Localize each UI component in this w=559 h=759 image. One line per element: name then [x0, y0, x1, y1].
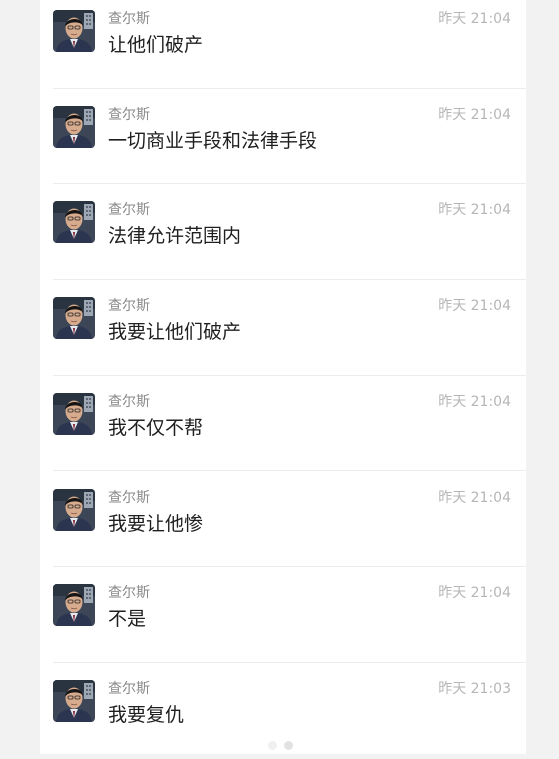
sender-name: 查尔斯 [108, 393, 150, 410]
message-time: 昨天 21:04 [438, 393, 511, 410]
message-time: 昨天 21:04 [438, 202, 511, 219]
message-text: 法律允许范围内 [108, 225, 242, 248]
message-list: 查尔斯 昨天 21:04 让他们破产 查尔斯 昨天 21:04 一切商业手段和法… [40, 0, 526, 754]
sender-name: 查尔斯 [108, 489, 150, 506]
page-indicator [268, 741, 298, 751]
avatar[interactable] [53, 105, 95, 148]
avatar[interactable] [53, 488, 95, 531]
message-item[interactable]: 查尔斯 昨天 21:04 一切商业手段和法律手段 [40, 89, 526, 185]
message-item[interactable]: 查尔斯 昨天 21:04 让他们破产 [40, 0, 526, 89]
message-text: 让他们破产 [108, 34, 204, 56]
message-time: 昨天 21:04 [438, 489, 511, 506]
message-item[interactable]: 查尔斯 昨天 21:04 我要让他惨 [40, 472, 526, 568]
message-time: 昨天 21:04 [438, 11, 511, 27]
avatar[interactable] [53, 679, 95, 722]
page-dot[interactable] [268, 741, 277, 750]
page-dot-active[interactable] [284, 741, 293, 750]
message-text: 我要让他惨 [108, 512, 204, 535]
message-text: 我要复仇 [108, 703, 185, 726]
message-text: 我要让他们破产 [108, 321, 242, 344]
message-time: 昨天 21:04 [438, 585, 511, 602]
avatar[interactable] [53, 201, 95, 244]
sender-name: 查尔斯 [108, 202, 150, 219]
message-item[interactable]: 查尔斯 昨天 21:04 我不仅不帮 [40, 376, 526, 472]
message-item[interactable]: 查尔斯 昨天 21:04 我要让他们破产 [40, 280, 526, 376]
sender-name: 查尔斯 [108, 11, 150, 27]
message-text: 不是 [108, 608, 147, 631]
message-text: 一切商业手段和法律手段 [108, 129, 318, 152]
message-text: 我不仅不帮 [108, 416, 204, 439]
avatar[interactable] [53, 297, 95, 340]
sender-name: 查尔斯 [108, 106, 150, 123]
message-time: 昨天 21:04 [438, 298, 511, 315]
message-time: 昨天 21:04 [438, 106, 511, 123]
sender-name: 查尔斯 [108, 680, 150, 697]
avatar[interactable] [53, 10, 95, 52]
message-item[interactable]: 查尔斯 昨天 21:04 法律允许范围内 [40, 184, 526, 281]
message-time: 昨天 21:03 [438, 680, 511, 697]
avatar[interactable] [53, 392, 95, 435]
message-item[interactable]: 查尔斯 昨天 21:04 不是 [40, 567, 526, 663]
avatar[interactable] [53, 584, 95, 627]
sender-name: 查尔斯 [108, 585, 150, 602]
sender-name: 查尔斯 [108, 298, 150, 315]
